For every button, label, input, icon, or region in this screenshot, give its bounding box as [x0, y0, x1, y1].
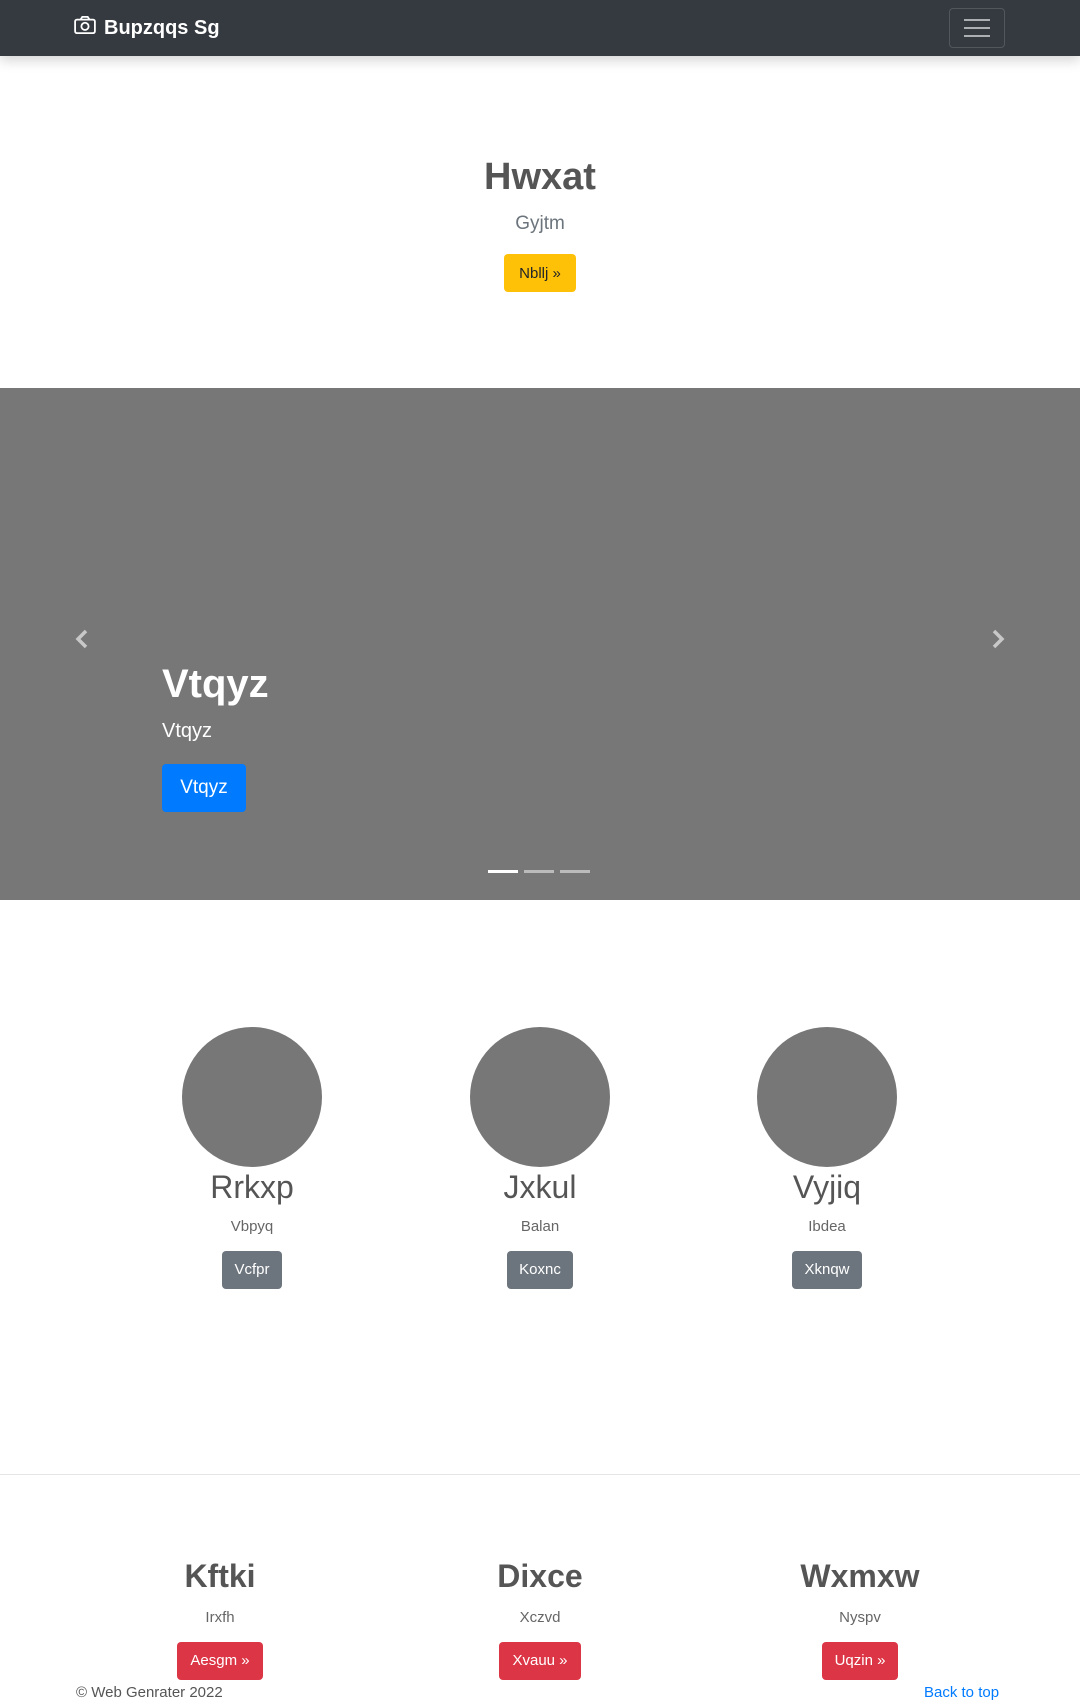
camera-icon: [74, 16, 96, 40]
marketing-column: Vyjiq Ibdea Xknqw: [727, 1027, 927, 1289]
marketing-button[interactable]: Vcfpr: [222, 1251, 282, 1289]
feature-column: Wxmxw Nyspv Uqzin »: [750, 1558, 970, 1680]
marketing-text: Balan: [520, 1218, 560, 1235]
carousel-caption-title: Vtqyz: [162, 662, 269, 706]
feature-text: Xczvd: [519, 1609, 561, 1626]
carousel-caption-subtitle: Vtqyz: [162, 720, 213, 742]
hero-button[interactable]: Nbllj »: [504, 254, 576, 292]
chevron-right-icon: [992, 629, 1005, 649]
back-to-top-link[interactable]: Back to top: [924, 1684, 999, 1701]
marketing-button[interactable]: Koxnc: [507, 1251, 573, 1289]
feature-text: Nyspv: [839, 1609, 881, 1626]
navbar: Bupzqqs Sg: [0, 0, 1080, 56]
navbar-toggler-button[interactable]: [949, 8, 1005, 48]
feature-button[interactable]: Xvauu »: [499, 1642, 581, 1680]
hero-title: Hwxat: [484, 156, 596, 198]
marketing-text: Ibdea: [808, 1218, 846, 1235]
marketing-text: Vbpyq: [230, 1218, 274, 1235]
feature-button[interactable]: Uqzin »: [821, 1642, 899, 1680]
feature-button[interactable]: Aesgm »: [177, 1642, 263, 1680]
feature-title: Wxmxw: [800, 1558, 920, 1594]
marketing-title: Jxkul: [503, 1169, 577, 1205]
marketing-column: Jxkul Balan Koxnc: [440, 1027, 640, 1289]
carousel-indicator-3[interactable]: [560, 870, 590, 873]
hero-section: Hwxat Gyjtm Nbllj »: [0, 56, 1080, 388]
carousel-indicator-1[interactable]: [488, 870, 518, 873]
marketing-column: Rrkxp Vbpyq Vcfpr: [152, 1027, 352, 1289]
carousel-indicators: [488, 870, 590, 873]
placeholder-image: [757, 1027, 897, 1167]
hero-subtitle: Gyjtm: [515, 213, 565, 234]
chevron-left-icon: [75, 629, 88, 649]
carousel-prev-button[interactable]: [66, 624, 96, 654]
feature-title: Dixce: [497, 1558, 583, 1594]
footer-copyright: © Web Genrater 2022: [76, 1684, 223, 1701]
hamburger-icon: [964, 19, 990, 21]
feature-text: Irxfh: [205, 1609, 235, 1626]
marketing-button[interactable]: Xknqw: [792, 1251, 862, 1289]
placeholder-image: [182, 1027, 322, 1167]
feature-column: Kftki Irxfh Aesgm »: [110, 1558, 330, 1680]
navbar-brand[interactable]: Bupzqqs Sg: [74, 0, 220, 56]
placeholder-image: [470, 1027, 610, 1167]
carousel-caption-button[interactable]: Vtqyz: [162, 764, 246, 812]
carousel: Vtqyz Vtqyz Vtqyz: [0, 388, 1080, 900]
carousel-indicator-2[interactable]: [524, 870, 554, 873]
brand-label: Bupzqqs Sg: [104, 16, 220, 39]
marketing-title: Vyjiq: [792, 1169, 862, 1205]
feature-title: Kftki: [184, 1558, 256, 1594]
section-divider: [0, 1474, 1080, 1475]
marketing-title: Rrkxp: [210, 1169, 294, 1205]
feature-column: Dixce Xczvd Xvauu »: [430, 1558, 650, 1680]
carousel-next-button[interactable]: [984, 624, 1014, 654]
